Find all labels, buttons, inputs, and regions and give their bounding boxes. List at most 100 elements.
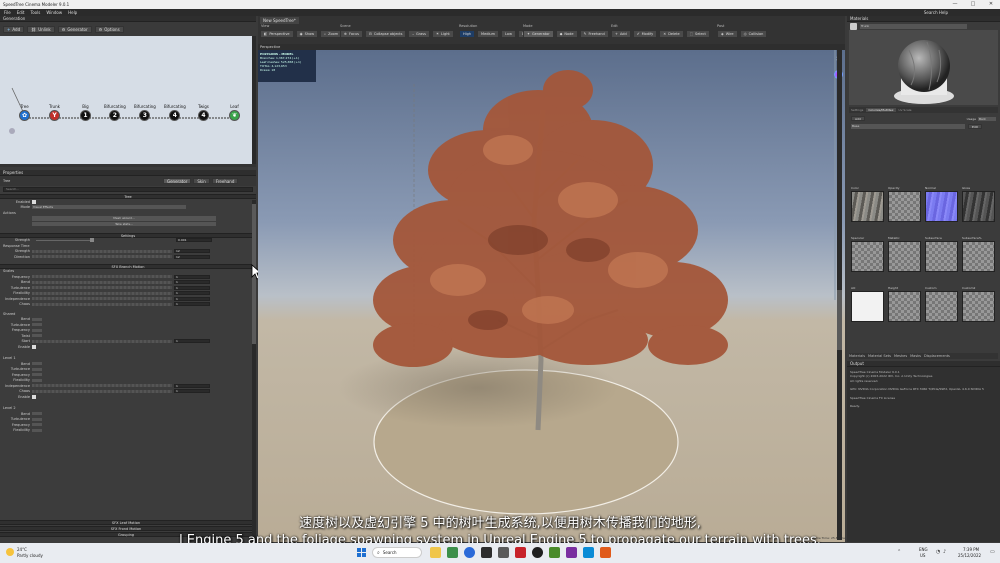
app-grey-icon[interactable] <box>498 547 509 558</box>
menu-file[interactable]: File <box>4 10 11 15</box>
l1-chaos-slider[interactable] <box>32 389 172 393</box>
l2-flexibility-toggle[interactable] <box>32 428 42 432</box>
hand-icon[interactable] <box>850 22 857 30</box>
mode-freehand-button[interactable]: ✎ Freehand <box>579 30 609 38</box>
l1-bend-toggle[interactable] <box>32 362 42 366</box>
map-specular[interactable]: Specular <box>851 236 884 274</box>
map-opacity[interactable]: Opacity <box>888 186 921 224</box>
map-subsurface-pct[interactable]: Subsurface% <box>962 236 995 274</box>
res-medium-button[interactable]: Medium <box>477 30 500 38</box>
chaos-slider[interactable] <box>32 302 172 306</box>
enabled-checkbox[interactable] <box>32 199 36 204</box>
clock-time[interactable]: 7:39 PM <box>963 547 979 552</box>
node-leaf[interactable]: Leaf ❦ <box>229 104 240 121</box>
l2-turbulence-toggle[interactable] <box>32 417 42 421</box>
menu-tools[interactable]: Tools <box>30 10 40 15</box>
node-big[interactable]: Big 1 <box>80 104 91 121</box>
l1-turbulence-toggle[interactable] <box>32 367 42 371</box>
filezilla-icon[interactable] <box>515 547 526 558</box>
map-name-select[interactable]: Base <box>851 124 965 129</box>
collision-button[interactable]: ◎ Collision <box>739 30 768 38</box>
map-normal[interactable]: Normal <box>925 186 958 224</box>
speedtree-icon[interactable] <box>549 547 560 558</box>
shared-enable-checkbox[interactable] <box>32 344 36 349</box>
properties-search-input[interactable]: Search... <box>3 187 253 192</box>
grass-button[interactable]: ᵥ Grass <box>408 30 430 38</box>
mesh-wizard-button[interactable]: Mesh wizard... <box>32 216 216 221</box>
usage-select[interactable]: Bark <box>978 116 996 121</box>
wire-button[interactable]: ◈ Wire <box>717 30 738 38</box>
app-orange-icon[interactable] <box>600 547 611 558</box>
options-button[interactable]: ⚙ Options <box>94 25 124 33</box>
close-icon[interactable]: ✕ <box>982 0 1000 9</box>
unreal-icon[interactable] <box>532 547 543 558</box>
node-twigs[interactable]: Twigs 4 <box>198 104 209 121</box>
node-bifurcating-1[interactable]: Bifurcating 2 <box>104 104 126 121</box>
generator-button[interactable]: ⚙ Generator <box>57 25 92 33</box>
volume-icon[interactable]: ♪ <box>943 549 946 555</box>
turbulence-slider[interactable] <box>32 286 172 290</box>
windows-start-icon[interactable] <box>357 548 366 557</box>
perspective-button[interactable]: ◧ Perspective <box>260 30 294 38</box>
res-low-button[interactable]: Low <box>501 30 516 38</box>
strength-slider[interactable] <box>36 239 90 241</box>
l1-enable-checkbox[interactable] <box>32 394 36 399</box>
input-language[interactable]: ENG <box>919 547 928 552</box>
strength-field[interactable]: 0.901 <box>176 238 212 243</box>
rt-strength-slider[interactable] <box>32 249 172 253</box>
shared-twist-toggle[interactable] <box>32 334 42 338</box>
minimize-icon[interactable]: — <box>946 0 964 9</box>
map-custom2[interactable]: Custom2 <box>962 286 995 324</box>
l1-flexibility-toggle[interactable] <box>32 378 42 382</box>
search-help[interactable]: Search Help <box>924 10 948 15</box>
map-custom[interactable]: Custom <box>925 286 958 324</box>
menu-edit[interactable]: Edit <box>17 10 25 15</box>
show-button[interactable]: ◉ Show <box>295 30 319 38</box>
tab-generator[interactable]: Generator <box>163 178 192 184</box>
app-blue-icon[interactable] <box>583 547 594 558</box>
terminal-icon[interactable] <box>481 547 492 558</box>
tab-displacements[interactable]: Displacements <box>924 354 950 358</box>
edit-delete-button[interactable]: ✕ Delete <box>659 30 684 38</box>
app-purple-icon[interactable] <box>566 547 577 558</box>
map-edit-button[interactable]: Edit <box>968 124 982 129</box>
file-explorer-icon[interactable] <box>430 547 441 558</box>
maximize-icon[interactable]: □ <box>964 0 982 9</box>
generation-scrollbar[interactable] <box>252 36 256 164</box>
mode-select[interactable]: Visual Effects <box>32 205 186 210</box>
tab-mat-uvscale[interactable]: Uv Scale <box>899 108 912 112</box>
edge-icon[interactable] <box>464 547 475 558</box>
flexibility-slider[interactable] <box>32 291 172 295</box>
map-ao[interactable]: AO <box>851 286 884 324</box>
3d-viewport[interactable]: ⛶ Frame Time: 25.86 ms <box>258 50 845 542</box>
unlink-button[interactable]: ⛓ Unlink <box>27 25 55 33</box>
node-bifurcating-3[interactable]: Bifurcating 4 <box>164 104 186 121</box>
node-tree[interactable]: Tree ✿ <box>19 104 30 121</box>
map-height[interactable]: Height <box>888 286 921 324</box>
tab-freehand[interactable]: Freehand <box>211 178 239 184</box>
frequency-slider[interactable] <box>32 275 172 279</box>
light-button[interactable]: ☀ Light <box>431 30 454 38</box>
start-slider[interactable] <box>32 339 172 343</box>
tab-mat-settings[interactable]: Settings <box>851 108 863 112</box>
material-preview[interactable] <box>849 30 998 105</box>
bend-slider[interactable] <box>32 280 172 284</box>
viewport-scroll-thumb[interactable] <box>837 290 842 350</box>
tab-skin[interactable]: Skin <box>193 178 210 184</box>
map-metallic[interactable]: Metallic <box>888 236 921 274</box>
take-stats-button[interactable]: Take stats... <box>32 221 216 226</box>
tab-masks[interactable]: Masks <box>910 354 921 358</box>
edit-select-button[interactable]: ⬚ Select <box>685 30 710 38</box>
l1-independence-slider[interactable] <box>32 384 172 388</box>
l2-frequency-toggle[interactable] <box>32 423 42 427</box>
material-add-button[interactable]: Add <box>851 116 865 121</box>
properties-scrollbar[interactable] <box>252 200 256 540</box>
wind-icon[interactable] <box>9 128 15 134</box>
l1-frequency-toggle[interactable] <box>32 373 42 377</box>
mode-node-button[interactable]: ◆ Node <box>555 30 578 38</box>
add-button[interactable]: + Add <box>3 25 25 33</box>
independence-slider[interactable] <box>32 297 172 301</box>
tab-meshes[interactable]: Meshes <box>894 354 907 358</box>
l2-bend-toggle[interactable] <box>32 412 42 416</box>
mode-generator-button[interactable]: ✦ Generator <box>523 30 554 38</box>
